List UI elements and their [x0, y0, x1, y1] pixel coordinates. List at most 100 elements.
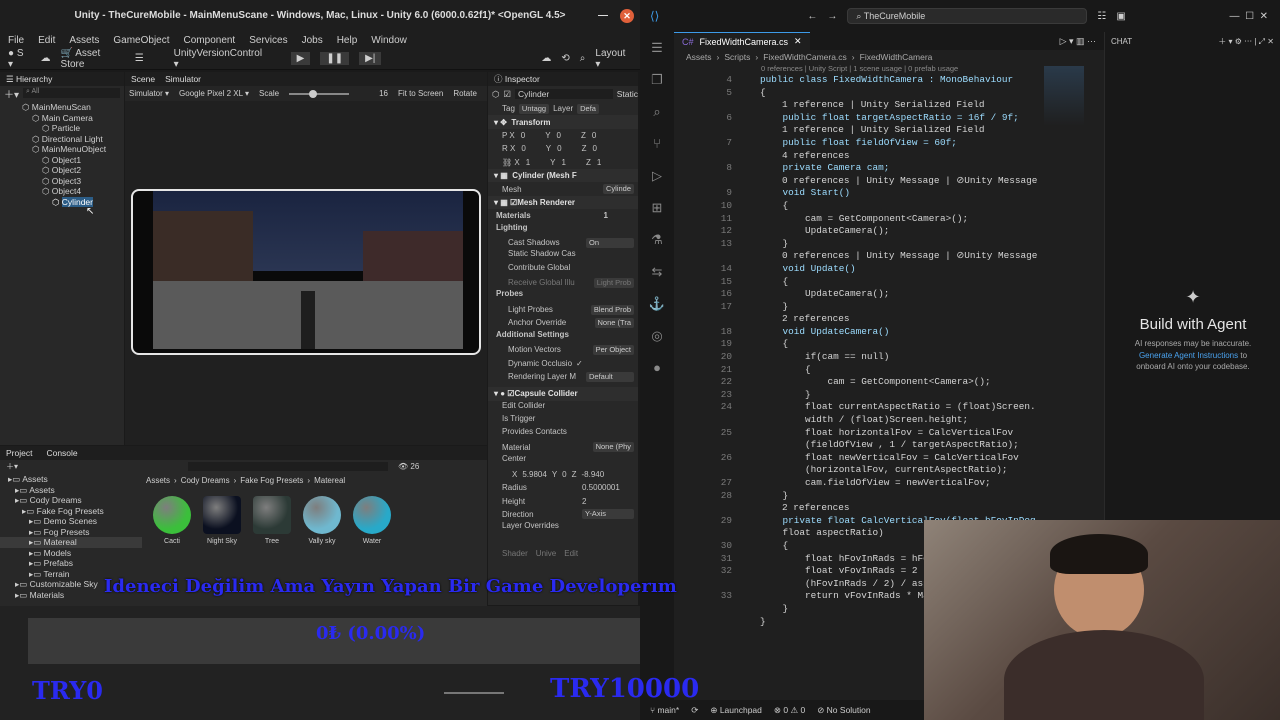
menu-item-services[interactable]: Services: [249, 35, 287, 46]
rotate-button[interactable]: Rotate: [453, 89, 477, 98]
remote-icon[interactable]: ⇆: [640, 256, 674, 288]
breadcrumb-item[interactable]: Scripts: [724, 52, 750, 62]
height-field[interactable]: 2: [582, 497, 634, 506]
cloud-icon[interactable]: ☁: [41, 53, 51, 64]
dynamic-occlusion-checkbox[interactable]: ✓: [576, 359, 583, 368]
breadcrumb-item[interactable]: Fake Fog Presets: [240, 476, 303, 485]
hierarchy-item[interactable]: ⬡ MainMenuScan: [0, 102, 124, 113]
codelens[interactable]: 0 references | Unity Message | ⊘Unity Me…: [760, 250, 1098, 263]
active-checkbox[interactable]: ☑: [503, 89, 511, 100]
testing-icon[interactable]: ⚗: [640, 224, 674, 256]
static-toggle[interactable]: Static: [617, 89, 638, 99]
codelens[interactable]: 1 reference | Unity Serialized Field: [760, 124, 1098, 137]
tab-simulator[interactable]: Simulator: [165, 74, 201, 84]
hierarchy-search[interactable]: ⌕ All: [23, 88, 120, 98]
material-asset[interactable]: Water: [350, 496, 394, 545]
shader-edit-button[interactable]: Edit: [564, 549, 578, 558]
center-row[interactable]: X 5.9804 Y 0 Z -8.940: [488, 468, 638, 481]
project-folder[interactable]: ▸▭ Fake Fog Presets: [0, 506, 142, 517]
menu-item-gameobject[interactable]: GameObject: [113, 35, 169, 46]
codelens[interactable]: 2 references: [760, 313, 1098, 326]
project-folder[interactable]: ▸▭ Prefabs: [0, 558, 142, 569]
project-folder[interactable]: ▸▭ Cody Dreams: [0, 495, 142, 506]
object-name-field[interactable]: Cylinder: [515, 89, 613, 99]
rendering-layer-dropdown[interactable]: Default: [586, 371, 634, 382]
menu-item-help[interactable]: Help: [337, 35, 358, 46]
explorer-icon[interactable]: ❐: [640, 64, 674, 96]
hierarchy-item[interactable]: ⬡ Particle: [0, 123, 124, 134]
tab-project[interactable]: Project: [6, 448, 32, 458]
zoom-slider[interactable]: [444, 692, 504, 694]
project-folder[interactable]: ▸▭ Fog Presets: [0, 527, 142, 538]
breadcrumb-item[interactable]: FixedWidthCamera.cs: [763, 52, 847, 62]
play-button[interactable]: ▶: [290, 52, 311, 65]
codelens[interactable]: 4 references: [760, 150, 1098, 163]
hierarchy-item[interactable]: ⬡ Object2: [0, 165, 124, 176]
step-button[interactable]: ▶|: [359, 52, 382, 65]
device-screen[interactable]: [131, 189, 481, 355]
layer-overrides-foldout[interactable]: Layer Overrides: [488, 521, 638, 534]
transform-section[interactable]: ▾ ✥ Transform: [488, 115, 638, 129]
copilot-icon[interactable]: ☷: [1097, 11, 1106, 22]
back-icon[interactable]: ←: [807, 11, 817, 22]
hierarchy-item[interactable]: ⬡ MainMenuObject: [0, 144, 124, 155]
project-folder[interactable]: ▸▭ Matereal: [0, 537, 142, 548]
hierarchy-item[interactable]: ⬡ Object3: [0, 176, 124, 187]
launchpad-button[interactable]: ⊕ Launchpad: [710, 705, 762, 716]
breadcrumb-item[interactable]: Cody Dreams: [181, 476, 230, 485]
generate-instructions-link[interactable]: Generate Agent Instructions: [1139, 351, 1238, 360]
direction-dropdown[interactable]: Y-Axis: [582, 509, 634, 520]
breadcrumb-item[interactable]: Assets: [686, 52, 712, 62]
layer-dropdown[interactable]: Defa: [577, 103, 599, 114]
scale-slider[interactable]: [289, 89, 350, 98]
close-icon[interactable]: ✕: [620, 9, 634, 23]
menu-icon[interactable]: ☰: [135, 53, 144, 64]
menu-item-component[interactable]: Component: [184, 35, 236, 46]
layout-dropdown[interactable]: Layout ▾: [595, 48, 632, 70]
breadcrumb-item[interactable]: Matereal: [314, 476, 345, 485]
hierarchy-item[interactable]: ⬡ Directional Light: [0, 134, 124, 145]
materials-foldout[interactable]: Materials: [496, 211, 531, 220]
codelens[interactable]: 2 references: [760, 502, 1098, 515]
radius-field[interactable]: 0.5000001: [582, 483, 634, 492]
material-asset[interactable]: Cacti: [150, 496, 194, 545]
extensions-icon[interactable]: ⊞: [640, 192, 674, 224]
menu-item-window[interactable]: Window: [371, 35, 407, 46]
shader-dropdown[interactable]: Unive: [536, 549, 556, 558]
mesh-field[interactable]: Cylinde: [602, 184, 634, 195]
simulator-dropdown[interactable]: Simulator ▾: [129, 89, 169, 98]
search-icon[interactable]: ⌕: [640, 96, 674, 128]
material-asset[interactable]: Night Sky: [200, 496, 244, 545]
tab-console[interactable]: Console: [46, 448, 77, 458]
menu-item-jobs[interactable]: Jobs: [302, 35, 323, 46]
chat-actions[interactable]: ＋ ▾ ⚙ ⋯ | ⤢ ✕: [1218, 36, 1274, 47]
material-asset[interactable]: Vally sky: [300, 496, 344, 545]
forward-icon[interactable]: →: [827, 11, 837, 22]
menu-item-assets[interactable]: Assets: [69, 35, 99, 46]
github-icon[interactable]: ●: [640, 352, 674, 384]
command-center-search[interactable]: ⌕ TheCureMobile: [847, 8, 1088, 24]
source-control-icon[interactable]: ⑂: [640, 128, 674, 160]
codelens[interactable]: 0 references | Unity Message | ⊘Unity Me…: [760, 175, 1098, 188]
cast-shadows-dropdown[interactable]: On: [586, 237, 634, 248]
menu-item-edit[interactable]: Edit: [38, 35, 55, 46]
hierarchy-item[interactable]: ⬡ Object1: [0, 155, 124, 166]
run-icon[interactable]: ▷ ▾ ▥ ···: [1060, 36, 1096, 47]
mesh-filter-section[interactable]: ▾ ▦ Cylinder (Mesh F: [488, 168, 638, 183]
menu-icon[interactable]: ☰: [640, 32, 674, 64]
capsule-collider-section[interactable]: ▾ ● ☑ Capsule Collider: [488, 387, 638, 401]
minimap[interactable]: [1044, 66, 1084, 126]
window-controls[interactable]: — ☐ ✕: [1230, 11, 1268, 22]
codelens-top[interactable]: 0 references | Unity Script | 1 scene us…: [674, 64, 1104, 74]
sync-icon[interactable]: ⟳: [691, 705, 698, 716]
copilot-icon[interactable]: ◎: [640, 320, 674, 352]
probes-foldout[interactable]: Probes: [488, 289, 638, 302]
editor-breadcrumb[interactable]: Assets › Scripts › FixedWidthCamera.cs › Fixed…: [674, 50, 1104, 64]
project-folder[interactable]: ▸▭ Assets: [0, 474, 142, 485]
breadcrumb-item[interactable]: Assets: [146, 476, 170, 485]
light-probes-dropdown[interactable]: Blend Prob: [590, 304, 634, 315]
history-icon[interactable]: ⟲: [561, 53, 569, 64]
add-icon[interactable]: ＋▾: [6, 461, 18, 472]
docker-icon[interactable]: ⚓: [640, 288, 674, 320]
mesh-renderer-section[interactable]: ▾ ▦ ☑ Mesh Renderer: [488, 195, 638, 210]
